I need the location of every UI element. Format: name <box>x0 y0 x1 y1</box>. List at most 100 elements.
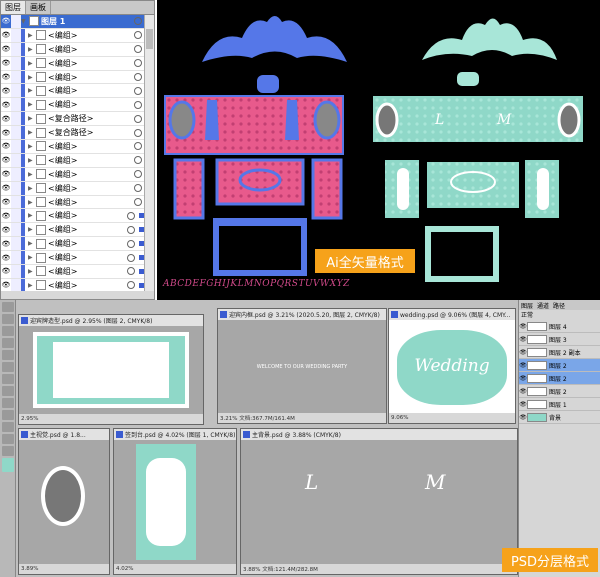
doc-window-frame[interactable]: 迎宾牌造型.psd @ 2.95% (图层 2, CMYK/8) 2.95% <box>18 314 204 425</box>
expand-triangle-icon[interactable]: ▶ <box>28 226 36 233</box>
target-circle-icon[interactable] <box>134 100 142 109</box>
visibility-eye-icon[interactable]: 👁 <box>519 401 527 408</box>
expand-triangle-icon[interactable]: ▶ <box>28 74 36 81</box>
lock-toggle[interactable] <box>11 237 21 251</box>
target-circle-icon[interactable] <box>134 45 142 54</box>
lock-toggle[interactable] <box>11 112 21 126</box>
layer-row[interactable]: 👁 ▶ <编组> <box>1 28 146 43</box>
tab-layers[interactable]: 图层 <box>1 1 26 14</box>
doc-window-inner[interactable]: 迎宾内框.psd @ 3.21% (2020.5.20, 图层 2, CMYK/… <box>217 308 387 424</box>
visibility-eye-icon[interactable]: 👁 <box>1 251 11 264</box>
lock-toggle[interactable] <box>11 84 21 98</box>
hand-tool-icon[interactable] <box>1 434 14 444</box>
layer-row-top[interactable]: 👁 ▼ 图层 1 <box>1 15 146 29</box>
lock-toggle[interactable] <box>11 15 21 28</box>
expand-triangle-icon[interactable]: ▶ <box>28 185 36 192</box>
lasso-tool-icon[interactable] <box>1 326 14 336</box>
lock-toggle[interactable] <box>11 223 21 237</box>
ps-layer-row[interactable]: 👁 图层 2 <box>519 372 600 385</box>
layer-row[interactable]: 👁 ▶ <编组> <box>1 251 146 266</box>
expand-triangle-icon[interactable]: ▶ <box>28 143 36 150</box>
doc-window-wedding[interactable]: wedding.psd @ 9.06% (图层 4, CMY... Weddin… <box>388 308 516 424</box>
visibility-eye-icon[interactable]: 👁 <box>1 182 11 195</box>
lock-toggle[interactable] <box>11 28 21 42</box>
lock-toggle[interactable] <box>11 42 21 56</box>
layer-row[interactable]: 👁 ▶ <编组> <box>1 42 146 57</box>
visibility-eye-icon[interactable]: 👁 <box>519 375 527 382</box>
visibility-eye-icon[interactable]: 👁 <box>519 323 527 330</box>
layer-row[interactable]: 👁 ▶ <编组> <box>1 209 146 224</box>
target-circle-icon[interactable] <box>134 184 142 193</box>
lock-toggle[interactable] <box>11 209 21 223</box>
visibility-eye-icon[interactable]: 👁 <box>1 84 11 97</box>
visibility-eye-icon[interactable]: 👁 <box>1 57 11 70</box>
lock-toggle[interactable] <box>11 195 21 209</box>
visibility-eye-icon[interactable]: 👁 <box>1 126 11 139</box>
target-circle-icon[interactable] <box>134 170 142 179</box>
lock-toggle[interactable] <box>11 98 21 112</box>
layer-row[interactable]: 👁 ▶ <编组> <box>1 223 146 238</box>
visibility-eye-icon[interactable]: 👁 <box>1 43 11 56</box>
layer-row[interactable]: 👁 ▶ <编组> <box>1 237 146 252</box>
ps-layer-row[interactable]: 👁 图层 2 <box>519 385 600 398</box>
visibility-eye-icon[interactable]: 👁 <box>1 140 11 153</box>
visibility-eye-icon[interactable]: 👁 <box>1 98 11 111</box>
layer-row[interactable]: 👁 ▶ <编组> <box>1 153 146 168</box>
ps-layer-row[interactable]: 👁 图层 2 <box>519 359 600 372</box>
layer-row[interactable]: 👁 ▶ <编组> <box>1 140 146 154</box>
target-circle-icon[interactable] <box>134 114 142 123</box>
ps-layer-row[interactable]: 👁 背景 <box>519 411 600 424</box>
expand-triangle-icon[interactable]: ▶ <box>28 212 36 219</box>
visibility-eye-icon[interactable]: 👁 <box>1 237 11 250</box>
shape-tool-icon[interactable] <box>1 422 14 432</box>
doc-window-signin[interactable]: 签到台.psd @ 4.02% (图层 1, CMYK/8) 4.02% <box>113 428 237 575</box>
expand-triangle-icon[interactable]: ▶ <box>28 240 36 247</box>
visibility-eye-icon[interactable]: 👁 <box>1 279 11 291</box>
lock-toggle[interactable] <box>11 278 21 291</box>
expand-triangle-icon[interactable]: ▶ <box>28 87 36 94</box>
lock-toggle[interactable] <box>11 251 21 265</box>
layer-row[interactable]: 👁 ▶ <编组> <box>1 278 146 291</box>
zoom-tool-icon[interactable] <box>1 446 14 456</box>
target-circle-icon[interactable] <box>134 59 142 68</box>
doc-window-oval[interactable]: 主视觉.psd @ 1.8... 3.89% <box>18 428 110 575</box>
stamp-tool-icon[interactable] <box>1 362 14 372</box>
ps-layer-row[interactable]: 👁 图层 3 <box>519 333 600 346</box>
target-circle-icon[interactable] <box>127 281 135 290</box>
target-circle-icon[interactable] <box>127 225 135 234</box>
target-circle-icon[interactable] <box>127 211 135 220</box>
expand-triangle-icon[interactable]: ▶ <box>28 32 36 39</box>
move-tool-icon[interactable] <box>1 302 14 312</box>
lock-toggle[interactable] <box>11 265 21 278</box>
crop-tool-icon[interactable] <box>1 338 14 348</box>
layer-row[interactable]: 👁 ▶ <复合路径> <box>1 112 146 127</box>
expand-triangle-icon[interactable]: ▶ <box>28 157 36 164</box>
visibility-eye-icon[interactable]: 👁 <box>519 362 527 369</box>
target-circle-icon[interactable] <box>134 142 142 151</box>
tab-channels[interactable]: 通道 <box>535 300 551 310</box>
target-circle-icon[interactable] <box>134 73 142 81</box>
expand-triangle-icon[interactable]: ▼ <box>21 18 29 25</box>
blend-mode-select[interactable]: 正常 <box>519 310 600 320</box>
expand-triangle-icon[interactable]: ▶ <box>28 282 36 289</box>
visibility-eye-icon[interactable]: 👁 <box>1 154 11 167</box>
color-swatch[interactable] <box>1 458 14 472</box>
target-circle-icon[interactable] <box>127 253 135 262</box>
visibility-eye-icon[interactable]: 👁 <box>1 223 11 236</box>
visibility-eye-icon[interactable]: 👁 <box>1 15 11 28</box>
visibility-eye-icon[interactable]: 👁 <box>519 388 527 395</box>
text-tool-icon[interactable] <box>1 410 14 420</box>
gradient-tool-icon[interactable] <box>1 386 14 396</box>
lock-toggle[interactable] <box>11 56 21 70</box>
target-circle-icon[interactable] <box>134 198 142 207</box>
layer-row[interactable]: 👁 ▶ <编组> <box>1 56 146 71</box>
expand-triangle-icon[interactable]: ▶ <box>28 199 36 206</box>
visibility-eye-icon[interactable]: 👁 <box>1 71 11 84</box>
expand-triangle-icon[interactable]: ▶ <box>28 115 36 122</box>
layer-row[interactable]: 👁 ▶ <编组> <box>1 195 146 210</box>
target-circle-icon[interactable] <box>127 267 135 276</box>
target-circle-icon[interactable] <box>134 128 142 137</box>
ps-layer-row[interactable]: 👁 图层 1 <box>519 398 600 411</box>
target-circle-icon[interactable] <box>134 31 142 40</box>
lock-toggle[interactable] <box>11 167 21 181</box>
